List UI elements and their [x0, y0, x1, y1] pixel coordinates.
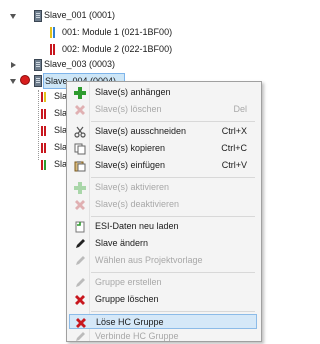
menu-item-waehlen-aus-projektvorlage[interactable]: Wählen aus Projektvorlage [69, 253, 257, 268]
channel-icon [41, 126, 49, 136]
menu-item-slave-loeschen[interactable]: Slave(s) löschen Del [69, 102, 257, 117]
tree-item-slave-001[interactable]: Slave_001 (0001) [44, 9, 115, 22]
channel-icon [41, 109, 49, 119]
menu-item-loese-hc-gruppe[interactable]: Löse HC Gruppe [69, 314, 257, 329]
tree-item-label: Slave_001 (0001) [44, 10, 116, 20]
deactivate-x-icon [75, 200, 85, 210]
menu-item-label: Slave(s) löschen [95, 104, 162, 114]
menu-item-label: Slave(s) anhängen [95, 87, 171, 97]
slave-device-icon [34, 75, 42, 87]
tree-item-module-1[interactable]: 001: Module 1 (021-1BF00) [62, 26, 172, 39]
channel-icon [41, 143, 49, 153]
paste-icon [74, 161, 86, 172]
error-status-icon [20, 75, 30, 85]
tree-item-slave-003[interactable]: Slave_003 (0003) [44, 58, 115, 71]
menu-item-gruppe-erstellen[interactable]: Gruppe erstellen [69, 275, 257, 290]
channel-icon [41, 160, 49, 170]
menu-item-label: Slave(s) ausschneiden [95, 126, 187, 136]
delete-x-icon [76, 318, 86, 328]
expand-arrow-icon[interactable] [10, 79, 16, 84]
plus-icon [74, 87, 86, 99]
pencil-icon [76, 332, 85, 341]
slave-device-icon [34, 59, 42, 71]
menu-separator [91, 311, 255, 312]
menu-item-slave-aktivieren[interactable]: Slave(s) aktivieren [69, 180, 257, 195]
copy-icon [74, 143, 86, 155]
channel-icon [41, 92, 49, 102]
menu-item-gruppe-loeschen[interactable]: Gruppe löschen [69, 292, 257, 307]
activate-plus-icon [74, 182, 86, 194]
menu-item-slave-aendern[interactable]: Slave ändern [69, 236, 257, 251]
menu-item-label: Gruppe erstellen [95, 277, 162, 287]
context-menu: Slave(s) anhängen Slave(s) löschen Del S… [66, 81, 262, 342]
menu-separator [91, 121, 255, 122]
slave-device-icon [34, 10, 42, 22]
menu-item-label: Slave(s) einfügen [95, 160, 166, 170]
expand-arrow-icon[interactable] [10, 14, 16, 19]
delete-x-icon [75, 295, 85, 305]
menu-separator [91, 216, 255, 217]
menu-item-label: Wählen aus Projektvorlage [95, 255, 203, 265]
menu-item-slave-kopieren[interactable]: Slave(s) kopieren Ctrl+C [69, 141, 257, 156]
menu-item-label: Löse HC Gruppe [96, 317, 164, 327]
menu-item-label: Gruppe löschen [95, 294, 159, 304]
menu-item-shortcut: Ctrl+V [221, 160, 247, 170]
menu-item-slave-ausschneiden[interactable]: Slave(s) ausschneiden Ctrl+X [69, 124, 257, 139]
menu-item-shortcut: Ctrl+X [221, 126, 247, 136]
reload-document-icon [75, 221, 85, 233]
pencil-icon [76, 239, 85, 248]
menu-item-esi-daten-neu-laden[interactable]: ESI-Daten neu laden [69, 219, 257, 234]
tree-item-label: 002: Module 2 (022-1BF00) [62, 44, 173, 54]
menu-item-slave-deaktivieren[interactable]: Slave(s) deaktivieren [69, 197, 257, 212]
module-icon [50, 44, 57, 55]
menu-separator [91, 272, 255, 273]
menu-separator [91, 177, 255, 178]
menu-item-label: Verbinde HC Gruppe [95, 331, 179, 341]
menu-item-label: Slave ändern [95, 238, 149, 248]
menu-item-label: Slave(s) deaktivieren [95, 199, 180, 209]
module-icon [50, 27, 57, 38]
pencil-icon [76, 278, 85, 287]
menu-item-slave-anhaengen[interactable]: Slave(s) anhängen [69, 85, 257, 100]
delete-x-icon [75, 105, 85, 115]
tree-item-label: Slave_003 (0003) [44, 59, 116, 69]
tree-line [38, 90, 39, 160]
menu-item-label: Slave(s) aktivieren [95, 182, 170, 192]
tree-item-module-2[interactable]: 002: Module 2 (022-1BF00) [62, 43, 172, 56]
menu-item-slave-einfuegen[interactable]: Slave(s) einfügen Ctrl+V [69, 158, 257, 173]
menu-item-label: ESI-Daten neu laden [95, 221, 179, 231]
scissors-icon [74, 126, 86, 138]
tree-item-label: 001: Module 1 (021-1BF00) [62, 27, 173, 37]
menu-item-shortcut: Del [233, 104, 247, 114]
menu-item-shortcut: Ctrl+C [221, 143, 247, 153]
menu-item-label: Slave(s) kopieren [95, 143, 166, 153]
menu-item-verbinde-hc-gruppe[interactable]: Verbinde HC Gruppe [69, 329, 257, 344]
collapse-arrow-icon[interactable] [11, 62, 16, 68]
pencil-icon [76, 256, 85, 265]
